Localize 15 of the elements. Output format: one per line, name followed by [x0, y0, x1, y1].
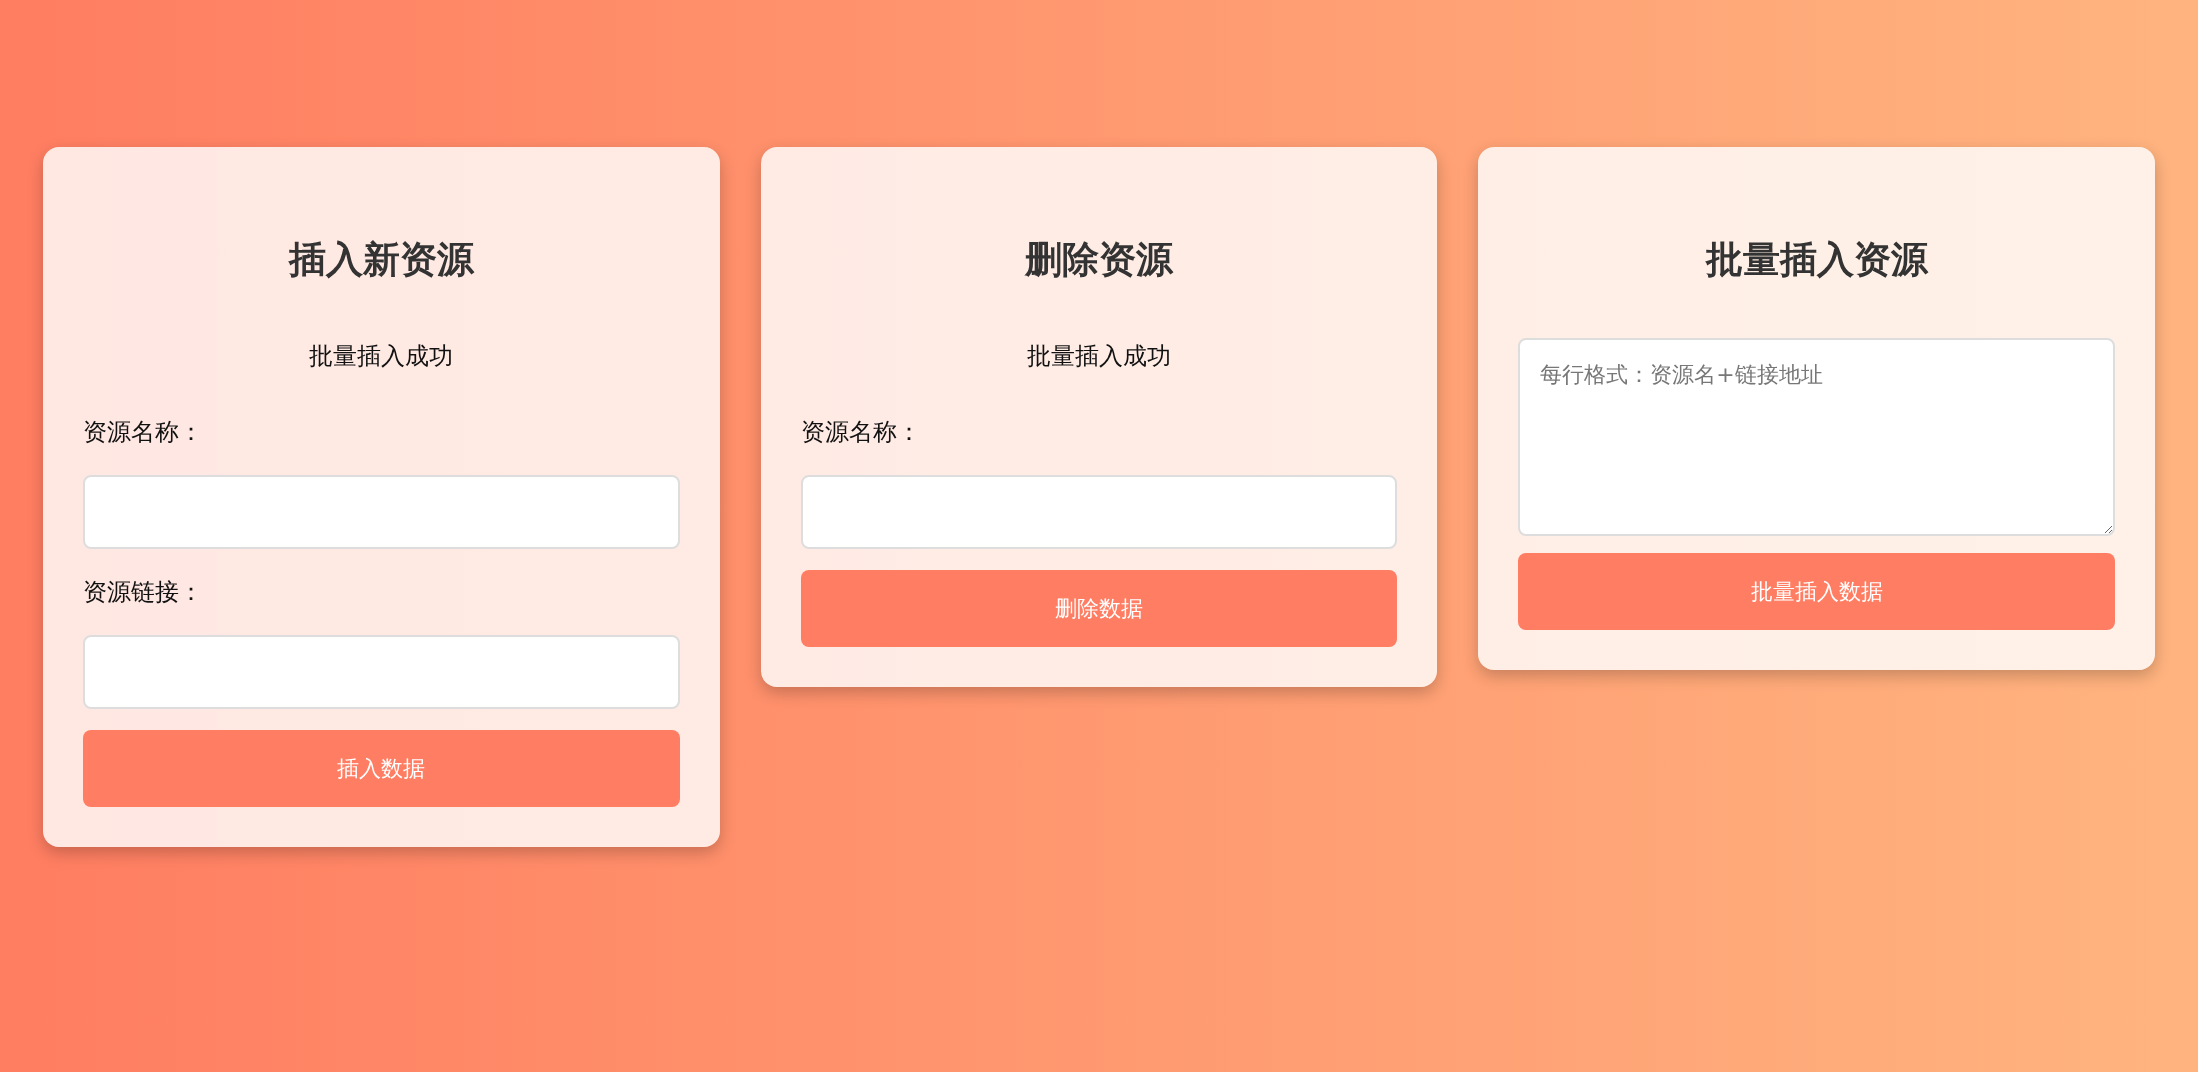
card-title: 删除资源 — [1023, 237, 1175, 283]
text-area[interactable]: 每行格式：资源名+链接地址 — [1518, 338, 2115, 536]
field-label: 资源名称： — [83, 417, 204, 448]
card-title: 批量插入资源 — [1704, 237, 1930, 283]
submit-button[interactable]: 删除数据 — [800, 570, 1398, 647]
status-message: 批量插入成功 — [308, 341, 455, 372]
input-field[interactable] — [83, 475, 680, 549]
submit-button[interactable]: 批量插入数据 — [1518, 553, 2115, 630]
status-message: 批量插入成功 — [1026, 341, 1172, 372]
card-title: 插入新资源 — [287, 237, 476, 283]
submit-button[interactable]: 插入数据 — [83, 730, 680, 807]
field-label: 资源链接： — [83, 577, 204, 608]
input-field[interactable] — [83, 635, 680, 709]
input-field[interactable] — [800, 475, 1398, 549]
field-label: 资源名称： — [800, 417, 922, 448]
